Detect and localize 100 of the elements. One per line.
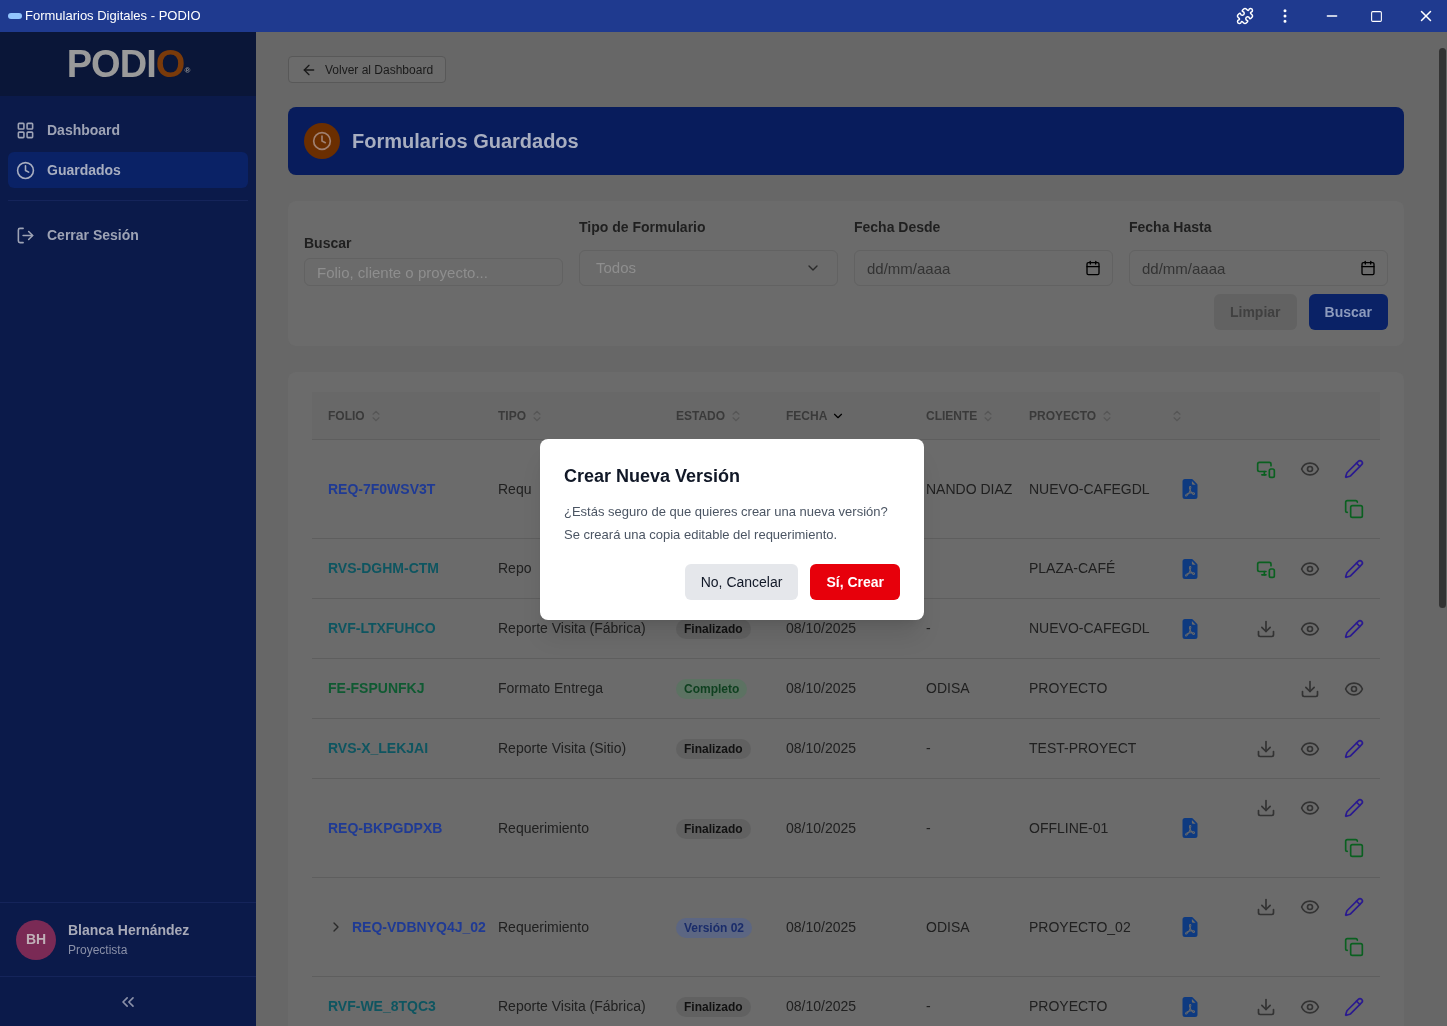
- table-cell: Reporte Visita (Fábrica): [498, 998, 646, 1014]
- view-icon[interactable]: [1300, 798, 1320, 818]
- pdf-file-icon[interactable]: [1180, 917, 1200, 937]
- table-cell: Reporte Visita (Fábrica): [498, 620, 646, 636]
- download-icon[interactable]: [1256, 738, 1276, 759]
- table-cell: ODISA: [926, 918, 970, 935]
- calendar-icon[interactable]: [1360, 260, 1376, 276]
- table-cell: -: [926, 620, 931, 636]
- status-badge: Finalizado: [676, 619, 751, 639]
- table-cell: Formato Entrega: [498, 680, 604, 696]
- table-cell: OFFLINE-01: [1029, 819, 1109, 836]
- table-cell: PROYECTO: [1029, 998, 1108, 1014]
- user-role: Proyectista: [68, 942, 129, 959]
- edit-icon[interactable]: [1344, 897, 1364, 917]
- table-cell: NUEVO-CAFEGDL: [1029, 480, 1150, 497]
- edit-icon[interactable]: [1344, 459, 1364, 479]
- dialog-message: ¿Estás seguro de que quieres crear una nueva versión?: [564, 503, 889, 521]
- table-cell: 08/10/2025: [786, 740, 857, 756]
- back-button[interactable]: Volver al Dashboard: [288, 56, 447, 83]
- status-badge: Versión 02: [676, 917, 753, 938]
- download-icon[interactable]: [1256, 996, 1276, 1017]
- edit-icon[interactable]: [1344, 798, 1364, 818]
- edit-icon[interactable]: [1344, 618, 1364, 639]
- pdf-file-icon[interactable]: [1180, 618, 1200, 639]
- dialog-message: Se creará una copia editable del requerimiento.: [564, 525, 839, 544]
- table-cell: PROYECTO: [1029, 680, 1108, 696]
- scrollbar[interactable]: [1438, 32, 1447, 1026]
- field-label: Fecha Hasta: [1129, 218, 1213, 237]
- extension-icon[interactable]: [1236, 7, 1254, 25]
- folio-link[interactable]: RVS-DGHM-CTM: [328, 558, 439, 579]
- table-cell: NUEVO-CAFEGDL: [1029, 620, 1150, 636]
- clock-icon: [16, 160, 35, 180]
- confirm-button[interactable]: Sí, Crear: [810, 564, 900, 600]
- table-cell: Repo: [498, 560, 532, 576]
- download-icon[interactable]: [1256, 618, 1276, 639]
- field-label: Fecha Desde: [854, 218, 942, 237]
- table-cell: 08/10/2025: [786, 918, 857, 935]
- pdf-file-icon[interactable]: [1180, 818, 1200, 838]
- user-name: Blanca Hernández: [68, 921, 190, 940]
- view-icon[interactable]: [1300, 897, 1320, 917]
- grid-icon: [16, 120, 35, 140]
- user-avatar: BH: [16, 919, 56, 960]
- dialog-title: Crear Nueva Versión: [564, 465, 742, 488]
- table-cell: TEST-PROYECT: [1029, 740, 1137, 756]
- download-icon[interactable]: [1256, 798, 1276, 818]
- copy-icon[interactable]: [1344, 937, 1364, 957]
- window-title: Formularios Digitales - PODIO: [25, 7, 201, 26]
- table-cell: 08/10/2025: [786, 680, 857, 696]
- clock-badge-icon: [304, 123, 340, 159]
- nav-item[interactable]: Dashboard: [8, 112, 248, 148]
- pdf-file-icon[interactable]: [1180, 479, 1200, 499]
- pdf-file-icon[interactable]: [1180, 558, 1200, 579]
- field-label: Buscar: [304, 234, 353, 253]
- table-cell: Requ: [498, 480, 532, 497]
- search-button[interactable]: Buscar: [1308, 294, 1388, 330]
- status-badge: Completo: [676, 679, 748, 699]
- status-badge: Finalizado: [676, 739, 751, 759]
- app-icon: [8, 13, 22, 19]
- table-cell: Requerimiento: [498, 918, 590, 935]
- table-cell: Requerimiento: [498, 819, 590, 836]
- table-cell: 08/10/2025: [786, 819, 857, 836]
- table-cell: PROYECTO_02: [1029, 918, 1131, 935]
- download-icon[interactable]: [1256, 897, 1276, 917]
- table-cell: 08/10/2025: [786, 620, 857, 636]
- date-field[interactable]: dd/mm/aaaa: [854, 250, 1113, 286]
- edit-icon[interactable]: [1344, 738, 1364, 759]
- folio-link[interactable]: RVF-WE_8TQC3: [328, 996, 436, 1017]
- copy-icon[interactable]: [1344, 499, 1364, 519]
- folio-link[interactable]: REQ-7F0WSV3T: [328, 478, 436, 500]
- table-cell: -: [926, 819, 931, 836]
- edit-icon[interactable]: [1344, 996, 1364, 1017]
- copy-icon[interactable]: [1344, 838, 1364, 858]
- calendar-icon[interactable]: [1085, 260, 1101, 276]
- logout-item[interactable]: Cerrar Sesión: [8, 217, 248, 253]
- table-cell: ODISA: [926, 680, 970, 696]
- table-cell: -: [926, 998, 931, 1014]
- folio-link[interactable]: REQ-BKPGDPXB: [328, 817, 443, 839]
- field-label: Tipo de Formulario: [579, 218, 707, 237]
- folio-link[interactable]: RVF-LTXFUHCO: [328, 618, 436, 639]
- folio-link[interactable]: REQ-VDBNYQ4J_02: [352, 916, 486, 938]
- folio-link[interactable]: FE-FSPUNFKJ: [328, 678, 425, 699]
- maximize-icon[interactable]: [1370, 9, 1383, 23]
- table-cell: PLAZA-CAFÉ: [1029, 560, 1116, 576]
- download-icon[interactable]: [1300, 678, 1320, 699]
- table-cell: 08/10/2025: [786, 998, 857, 1014]
- cancel-button[interactable]: No, Cancelar: [684, 564, 799, 600]
- edit-icon[interactable]: [1344, 558, 1364, 579]
- devices-icon[interactable]: [1256, 459, 1276, 479]
- pdf-file-icon[interactable]: [1180, 996, 1200, 1017]
- table-cell: NANDO DIAZ: [926, 480, 1013, 497]
- nav-item[interactable]: Guardados: [8, 152, 248, 188]
- folio-link[interactable]: RVS-X_LEKJAI: [328, 738, 429, 759]
- table-cell: -: [926, 740, 931, 756]
- logout-icon: [16, 225, 35, 245]
- status-badge: Finalizado: [676, 818, 751, 839]
- page-title: Formularios Guardados: [352, 129, 579, 154]
- table-cell: Reporte Visita (Sitio): [498, 740, 627, 756]
- view-icon[interactable]: [1300, 459, 1320, 479]
- date-field[interactable]: dd/mm/aaaa: [1129, 250, 1388, 286]
- status-badge: Finalizado: [676, 997, 751, 1017]
